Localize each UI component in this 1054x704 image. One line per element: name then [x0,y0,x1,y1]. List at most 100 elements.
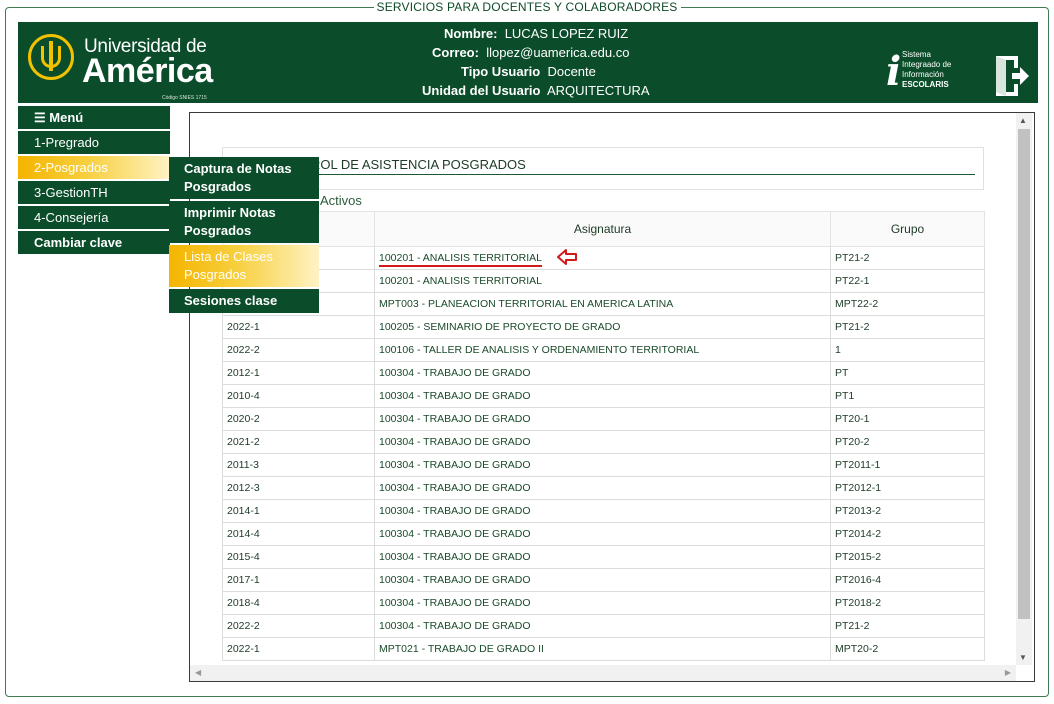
table-row[interactable]: 2018-4 100304 - TRABAJO DE GRADO PT2018-2 [222,591,985,615]
table-row[interactable]: 100201 - ANALISIS TERRITORIAL PT22-1 [222,269,985,293]
table-row[interactable]: 2012-1 100304 - TRABAJO DE GRADO PT [222,361,985,385]
cell-asignatura-link[interactable]: 100304 - TRABAJO DE GRADO [374,407,831,431]
cell-asignatura-link[interactable]: 100106 - TALLER DE ANALISIS Y ORDENAMIEN… [374,338,831,362]
main-menu: ☰ Menú 1-Pregrado 2-Posgrados 3-GestionT… [18,106,170,256]
column-header-asignatura: Asignatura [374,211,831,247]
cell-asignatura-link[interactable]: 100304 - TRABAJO DE GRADO [374,361,831,385]
user-email-row: Correo: llopez@uamerica.edu.co [432,45,630,60]
user-unit-row: Unidad del Usuario ARQUITECTURA [422,83,650,98]
table-row[interactable]: 2010-4 100304 - TRABAJO DE GRADO PT1 [222,384,985,408]
cell-grupo: PT2018-2 [830,591,985,615]
posgrados-submenu: Captura de Notas Posgrados Imprimir Nota… [169,157,319,315]
submenu-captura-notas[interactable]: Captura de Notas Posgrados [169,157,319,199]
cell-grupo: PT1 [830,384,985,408]
cell-grupo: PT2011-1 [830,453,985,477]
cell-asignatura-link[interactable]: 100304 - TRABAJO DE GRADO [374,453,831,477]
cell-periodo: 2021-2 [222,430,375,454]
table-row[interactable]: MPT003 - PLANEACION TERRITORIAL EN AMERI… [222,292,985,316]
red-left-arrow-icon [557,249,577,265]
user-name-row: Nombre: LUCAS LOPEZ RUIZ [444,26,629,41]
menu-toggle[interactable]: ☰ Menú [18,106,170,129]
cell-grupo: PT20-1 [830,407,985,431]
scroll-up-icon[interactable]: ▲ [1019,116,1027,125]
info-i-icon: i [886,48,902,95]
table-row[interactable]: 2014-1 100304 - TRABAJO DE GRADO PT2013-2 [222,499,985,523]
cell-periodo: 2012-1 [222,361,375,385]
user-name: LUCAS LOPEZ RUIZ [504,26,629,41]
horizontal-scrollbar[interactable]: ◀ ▶ [190,665,1016,681]
user-type: Docente [547,64,596,79]
cell-asignatura-link[interactable]: 100304 - TRABAJO DE GRADO [374,522,831,546]
university-emblem-icon [28,34,74,80]
menu-item-posgrados[interactable]: 2-Posgrados [18,156,170,179]
cell-periodo: 2022-1 [222,315,375,339]
cell-periodo: 2014-1 [222,499,375,523]
table-row[interactable]: 2021-2 100304 - TRABAJO DE GRADO PT20-2 [222,430,985,454]
submenu-sesiones-clase[interactable]: Sesiones clase [169,289,319,313]
cell-asignatura-link[interactable]: 100304 - TRABAJO DE GRADO [374,499,831,523]
submenu-lista-clases[interactable]: Lista de Clases Posgrados [169,245,319,287]
cell-grupo: PT2012-1 [830,476,985,500]
table-row[interactable]: 2022-1 100205 - SEMINARIO DE PROYECTO DE … [222,315,985,339]
table-row[interactable]: 2022-2 100106 - TALLER DE ANALISIS Y ORDE… [222,338,985,362]
table-row[interactable]: 2020-2 100304 - TRABAJO DE GRADO PT20-1 [222,407,985,431]
scrollbar-thumb[interactable] [1018,129,1030,619]
university-logo: Universidad de América Código SNIES 1715 [28,32,218,101]
logo-code: Código SNIES 1715 [162,95,207,101]
table-row[interactable]: 2012-3 100304 - TRABAJO DE GRADO PT2012-1 [222,476,985,500]
cell-grupo: PT22-1 [830,269,985,293]
cell-periodo: 2012-3 [222,476,375,500]
table-row[interactable]: 2014-4 100304 - TRABAJO DE GRADO PT2014-2 [222,522,985,546]
cell-periodo: 2017-1 [222,568,375,592]
cell-asignatura-link[interactable]: 100304 - TRABAJO DE GRADO [374,384,831,408]
scroll-left-icon[interactable]: ◀ [195,668,201,677]
cell-grupo: PT20-2 [830,430,985,454]
cell-periodo: 2022-2 [222,614,375,638]
header: Universidad de América Código SNIES 1715… [18,22,1038,103]
table-row[interactable]: 2015-4 100304 - TRABAJO DE GRADO PT2015-2 [222,545,985,569]
cell-asignatura-link[interactable]: 100304 - TRABAJO DE GRADO [374,430,831,454]
cell-periodo: 2020-2 [222,407,375,431]
cell-asignatura-link[interactable]: MPT003 - PLANEACION TERRITORIAL EN AMERI… [374,292,831,316]
cell-asignatura-link[interactable]: 100304 - TRABAJO DE GRADO [374,545,831,569]
classes-table: Asignatura Grupo 100201 - ANALISIS TERRI… [222,211,985,661]
cell-periodo: 2018-4 [222,591,375,615]
cell-grupo: PT21-2 [830,315,985,339]
cell-asignatura-link[interactable]: 100304 - TRABAJO DE GRADO [374,568,831,592]
cell-periodo: 2014-4 [222,522,375,546]
cell-asignatura-link[interactable]: 100304 - TRABAJO DE GRADO [374,614,831,638]
cell-grupo: PT21-2 [830,246,985,270]
escolaris-logo: i Sistema Integraado de Información ESCO… [886,48,952,95]
vertical-scrollbar[interactable]: ▲ ▼ [1016,113,1032,665]
page-title-box: ROL DE ASISTENCIA POSGRADOS [222,147,984,190]
cell-grupo: 1 [830,338,985,362]
cell-asignatura-link[interactable]: 100201 - ANALISIS TERRITORIAL [374,269,831,293]
cell-grupo: PT2014-2 [830,522,985,546]
scroll-right-icon[interactable]: ▶ [1005,668,1011,677]
cell-periodo: 2015-4 [222,545,375,569]
menu-item-pregrado[interactable]: 1-Pregrado [18,131,170,154]
menu-item-cambiar-clave[interactable]: Cambiar clave [18,231,170,254]
cell-grupo: PT2016-4 [830,568,985,592]
cell-asignatura-link[interactable]: 100201 - ANALISIS TERRITORIAL [374,246,831,270]
table-row[interactable]: 2011-3 100304 - TRABAJO DE GRADO PT2011-1 [222,453,985,477]
table-row[interactable]: 100201 - ANALISIS TERRITORIAL PT21-2 [222,246,985,270]
table-row[interactable]: 2017-1 100304 - TRABAJO DE GRADO PT2016-4 [222,568,985,592]
cell-asignatura-link[interactable]: MPT021 - TRABAJO DE GRADO II [374,637,831,661]
cell-asignatura-link[interactable]: 100304 - TRABAJO DE GRADO [374,591,831,615]
scroll-down-icon[interactable]: ▼ [1019,653,1027,662]
cell-asignatura-link[interactable]: 100205 - SEMINARIO DE PROYECTO DE GRADO [374,315,831,339]
exit-door-icon[interactable] [994,54,1030,98]
menu-item-gestionth[interactable]: 3-GestionTH [18,181,170,204]
submenu-imprimir-notas[interactable]: Imprimir Notas Posgrados [169,201,319,243]
cell-asignatura-link[interactable]: 100304 - TRABAJO DE GRADO [374,476,831,500]
menu-item-consejeria[interactable]: 4-Consejería [18,206,170,229]
column-header-grupo: Grupo [830,211,985,247]
table-row[interactable]: 2022-2 100304 - TRABAJO DE GRADO PT21-2 [222,614,985,638]
cell-grupo: MPT22-2 [830,292,985,316]
user-unit: ARQUITECTURA [546,83,650,98]
activos-label: Activos [320,193,362,208]
table-row[interactable]: 2022-1 MPT021 - TRABAJO DE GRADO II MPT20-… [222,637,985,661]
cell-periodo: 2010-4 [222,384,375,408]
user-email: llopez@uamerica.edu.co [486,45,630,60]
